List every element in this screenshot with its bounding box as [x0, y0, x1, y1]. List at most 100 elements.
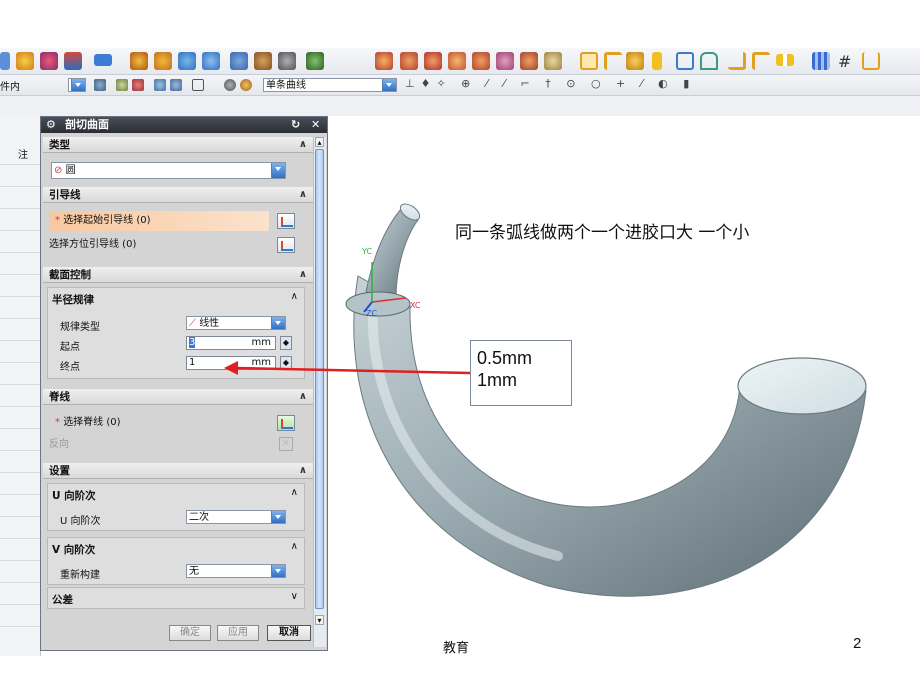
collapse-icon[interactable]: ∧ — [299, 267, 307, 283]
collapse-icon[interactable]: ∧ — [291, 291, 298, 302]
select-start-guide-row[interactable]: * 选择起始引导线 (0) — [49, 211, 269, 231]
end-options-icon[interactable]: ◆ — [280, 356, 292, 370]
radius-rule-label: 半径规律 — [52, 294, 94, 306]
shape-icon[interactable] — [16, 52, 34, 70]
view-icon[interactable] — [224, 79, 236, 91]
offset-icon[interactable] — [230, 52, 248, 70]
reverse-row[interactable]: 反向 — [43, 435, 313, 455]
y-axis-label: YC — [361, 247, 372, 256]
apply-button[interactable]: 应用 — [217, 625, 259, 641]
type-section-header[interactable]: 类型 ∧ — [43, 137, 313, 153]
graphics-window[interactable]: YC XC ZC — [328, 116, 920, 656]
rect-icon[interactable] — [676, 52, 694, 70]
reset-icon[interactable]: ↻ — [291, 117, 300, 133]
bracket-icon[interactable] — [728, 52, 746, 70]
select-curve-button[interactable] — [277, 237, 295, 253]
guide-section-label: 引导线 — [49, 189, 81, 201]
sew-icon[interactable] — [278, 52, 296, 70]
curve-select-icon[interactable] — [154, 79, 166, 91]
u-degree-dropdown[interactable]: 二次 — [186, 510, 286, 524]
chamfer-icon[interactable] — [154, 52, 172, 70]
layer-icon[interactable] — [94, 54, 112, 66]
collapse-icon[interactable]: ∧ — [299, 463, 307, 479]
ok-button[interactable]: 确定 — [169, 625, 211, 641]
scope-label: 件内 — [0, 82, 20, 93]
collapse-icon[interactable]: ∧ — [299, 137, 307, 153]
select-spine-label: 选择脊线 (0) — [63, 417, 121, 428]
wizard-icon[interactable] — [64, 52, 82, 70]
law-type-label: 规律类型 — [60, 322, 100, 333]
grid-icon[interactable] — [812, 52, 830, 70]
reverse-direction-icon[interactable]: ✕ — [279, 437, 293, 451]
start-options-icon[interactable]: ◆ — [280, 336, 292, 350]
mold-tool4-icon[interactable] — [448, 52, 466, 70]
law-type-value: 线性 — [199, 318, 220, 329]
u-degree-label: U 向阶次 — [52, 490, 96, 502]
feature-icon[interactable] — [40, 52, 58, 70]
u-degree-group: U 向阶次 ∧ U 向阶次 二次 — [47, 483, 305, 531]
edge-select-icon[interactable] — [170, 79, 182, 91]
box-select-icon[interactable] — [192, 79, 204, 91]
scroll-down-icon[interactable]: ▾ — [315, 615, 324, 625]
cancel-button[interactable]: 取消 — [267, 625, 311, 641]
scroll-up-icon[interactable]: ▴ — [315, 137, 324, 147]
rebuild-dropdown[interactable]: 无 — [186, 564, 286, 578]
mold-tool-icon[interactable] — [375, 52, 393, 70]
select-orient-guide-row[interactable]: 选择方位引导线 (0) — [43, 235, 313, 255]
arch-icon[interactable] — [700, 52, 718, 70]
select-curve-button[interactable] — [277, 213, 295, 229]
select-curve-button[interactable] — [277, 415, 295, 431]
mold-tool3-icon[interactable] — [424, 52, 442, 70]
shell-icon[interactable] — [178, 52, 196, 70]
settings-section-header[interactable]: 设置 ∧ — [43, 463, 313, 479]
collapse-icon[interactable]: ∧ — [299, 187, 307, 203]
slope-icon[interactable] — [752, 52, 770, 70]
box-icon[interactable] — [580, 52, 598, 70]
collapse-icon[interactable]: ∧ — [291, 487, 298, 498]
annotation-tab[interactable]: 注 — [18, 146, 28, 161]
law-type-dropdown[interactable]: ⟋ 线性 — [186, 316, 286, 330]
dialog-titlebar[interactable]: ⚙ 剖切曲面 ↻ ✕ — [41, 117, 327, 133]
dialog-scrollbar[interactable]: ▴ ▾ — [313, 137, 326, 647]
surface-icon[interactable] — [306, 52, 324, 70]
draft-icon[interactable] — [202, 52, 220, 70]
render-icon[interactable] — [240, 79, 252, 91]
mold-tool8-icon[interactable] — [544, 52, 562, 70]
end-input[interactable]: 1 mm — [186, 356, 276, 370]
curve-rule-dropdown[interactable]: 单条曲线 — [263, 78, 397, 92]
select-start-guide-label: 选择起始引导线 (0) — [63, 215, 151, 226]
mold-tool5-icon[interactable] — [472, 52, 490, 70]
select-orient-guide-label: 选择方位引导线 (0) — [49, 239, 137, 250]
hash-icon[interactable]: # — [838, 52, 851, 71]
settings-section-label: 设置 — [49, 465, 70, 477]
partial-icon[interactable] — [0, 52, 10, 70]
snap-point-icons[interactable]: ⊥♦✧ ⊕ ⁄ ⁄ ⌐ † ⊙ ○ + ⁄ ◐ ▮ — [405, 77, 695, 90]
filter-icon[interactable] — [94, 79, 106, 91]
support-icon[interactable] — [862, 52, 880, 70]
mold-tool7-icon[interactable] — [520, 52, 538, 70]
scope-dropdown[interactable] — [68, 78, 86, 92]
mold-tool2-icon[interactable] — [400, 52, 418, 70]
start-input[interactable]: 3 mm — [186, 336, 276, 350]
slot-icon[interactable] — [776, 54, 794, 66]
type-dropdown[interactable]: ⊘ 圆 — [51, 162, 286, 179]
collapse-icon[interactable]: ∧ — [299, 389, 307, 405]
spine-section-header[interactable]: 脊线 ∧ — [43, 389, 313, 405]
blend-icon[interactable] — [130, 52, 148, 70]
trim-icon[interactable] — [254, 52, 272, 70]
mold-tool6-icon[interactable] — [496, 52, 514, 70]
scroll-thumb[interactable] — [315, 149, 324, 609]
block-icon[interactable] — [652, 52, 662, 70]
corner-icon[interactable] — [604, 52, 622, 70]
tolerance-group[interactable]: 公差 ∨ — [47, 587, 305, 609]
guide-section-header[interactable]: 引导线 ∧ — [43, 187, 313, 203]
close-icon[interactable]: ✕ — [311, 117, 320, 133]
section-control-header[interactable]: 截面控制 ∧ — [43, 267, 313, 283]
expand-icon[interactable]: ∨ — [291, 591, 298, 602]
select-face-icon[interactable] — [132, 79, 144, 91]
pin-icon[interactable] — [626, 52, 644, 70]
snap-icon[interactable] — [116, 79, 128, 91]
gear-icon[interactable]: ⚙ — [46, 117, 56, 133]
curve-rule-value: 单条曲线 — [266, 80, 306, 91]
collapse-icon[interactable]: ∧ — [291, 541, 298, 552]
